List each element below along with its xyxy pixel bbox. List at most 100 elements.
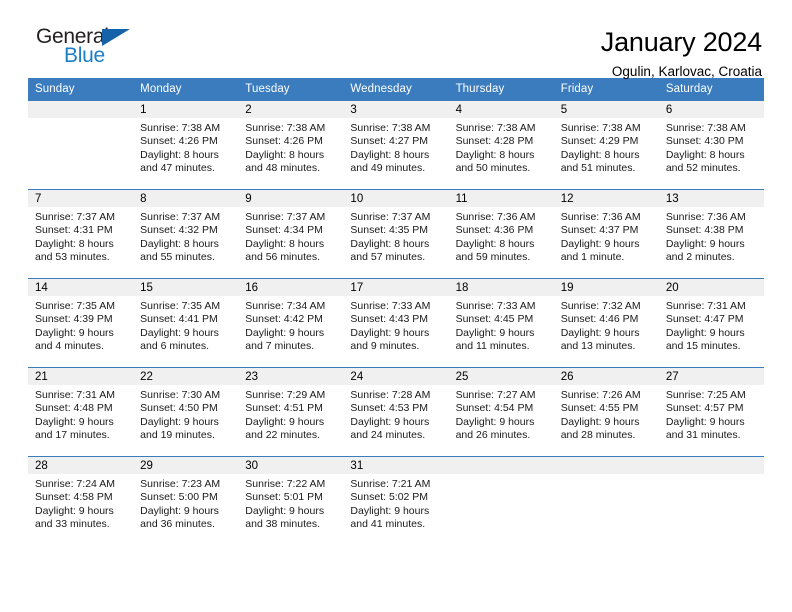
calendar-day-cell[interactable]: 21 Sunrise: 7:31 AM Sunset: 4:48 PM Dayligh…	[28, 367, 134, 457]
day-number: 15	[133, 279, 239, 296]
daylight-text-line2: and 50 minutes.	[455, 161, 531, 174]
sunrise-text: Sunrise: 7:35 AM	[140, 300, 221, 312]
weekday-header-monday: Monday	[133, 78, 239, 101]
day-number: 20	[658, 279, 764, 296]
day-details: Sunrise: 7:38 AM Sunset: 4:30 PM Daylight:…	[659, 118, 764, 175]
day-details: Sunrise: 7:34 AM Sunset: 4:42 PM Daylight:…	[238, 296, 343, 353]
calendar-day-cell[interactable]: 13 Sunrise: 7:36 AM Sunset: 4:38 PM Dayligh…	[658, 189, 764, 279]
calendar-day-cell[interactable]: 2 Sunrise: 7:38 AM Sunset: 4:26 PM Daylight…	[238, 100, 344, 190]
calendar-day-cell[interactable]: 24 Sunrise: 7:28 AM Sunset: 4:53 PM Dayligh…	[343, 367, 449, 457]
calendar-day-cell[interactable]: 23 Sunrise: 7:29 AM Sunset: 4:51 PM Dayligh…	[238, 367, 344, 457]
daylight-text-line2: and 33 minutes.	[35, 517, 110, 530]
sunrise-text: Sunrise: 7:27 AM	[455, 389, 536, 401]
calendar-day-cell[interactable]: 17 Sunrise: 7:33 AM Sunset: 4:43 PM Dayligh…	[343, 278, 449, 368]
daylight-text-line1: Daylight: 9 hours	[350, 326, 430, 339]
daylight-text-line1: Daylight: 8 hours	[140, 237, 219, 250]
sunset-text: Sunset: 4:50 PM	[140, 402, 218, 415]
daylight-text-line1: Daylight: 9 hours	[350, 504, 430, 517]
calendar-day-cell[interactable]: 31 Sunrise: 7:21 AM Sunset: 5:02 PM Dayligh…	[343, 456, 449, 546]
calendar-day-cell[interactable]: 16 Sunrise: 7:34 AM Sunset: 4:42 PM Dayligh…	[238, 278, 344, 368]
daylight-text-line2: and 6 minutes.	[140, 339, 210, 352]
calendar-day-cell[interactable]: 26 Sunrise: 7:26 AM Sunset: 4:55 PM Dayligh…	[553, 367, 659, 457]
day-details: Sunrise: 7:36 AM Sunset: 4:36 PM Daylight:…	[449, 207, 554, 264]
daylight-text-line2: and 57 minutes.	[350, 250, 426, 263]
daylight-text-line2: and 41 minutes.	[350, 517, 426, 530]
calendar-day-cell[interactable]: 12 Sunrise: 7:36 AM Sunset: 4:37 PM Dayligh…	[553, 189, 659, 279]
day-number: 27	[658, 368, 764, 385]
sunrise-text: Sunrise: 7:24 AM	[35, 478, 115, 490]
calendar-week-row: 7 Sunrise: 7:37 AM Sunset: 4:31 PM Daylight…	[28, 189, 764, 279]
sunset-text: Sunset: 4:43 PM	[350, 313, 429, 326]
calendar-day-cell[interactable]: 25 Sunrise: 7:27 AM Sunset: 4:54 PM Dayligh…	[448, 367, 554, 457]
sunset-text: Sunset: 4:54 PM	[455, 402, 534, 415]
generalblue-logo[interactable]: General Blue	[28, 26, 148, 66]
daylight-text-line2: and 17 minutes.	[35, 428, 110, 441]
sunrise-text: Sunrise: 7:37 AM	[35, 211, 115, 223]
calendar-cell-empty	[448, 456, 554, 546]
calendar-day-cell[interactable]: 20 Sunrise: 7:31 AM Sunset: 4:47 PM Dayligh…	[658, 278, 764, 368]
daylight-text-line1: Daylight: 8 hours	[560, 148, 640, 161]
daylight-text-line1: Daylight: 8 hours	[35, 237, 114, 250]
calendar-day-cell[interactable]: 3 Sunrise: 7:38 AM Sunset: 4:27 PM Daylight…	[343, 100, 449, 190]
sunrise-text: Sunrise: 7:32 AM	[560, 300, 641, 312]
day-details: Sunrise: 7:30 AM Sunset: 4:50 PM Daylight:…	[133, 385, 238, 442]
daylight-text-line2: and 2 minutes.	[665, 250, 735, 263]
calendar-day-cell[interactable]: 10 Sunrise: 7:37 AM Sunset: 4:35 PM Dayligh…	[343, 189, 449, 279]
day-number: 3	[343, 101, 449, 118]
sunrise-text: Sunrise: 7:35 AM	[35, 300, 115, 312]
daylight-text-line2: and 36 minutes.	[140, 517, 215, 530]
daylight-text-line2: and 13 minutes.	[560, 339, 636, 352]
sunset-text: Sunset: 4:27 PM	[350, 135, 429, 148]
day-details: Sunrise: 7:38 AM Sunset: 4:26 PM Daylight:…	[133, 118, 238, 175]
logo-text-blue: Blue	[64, 44, 105, 67]
calendar-day-cell[interactable]: 28 Sunrise: 7:24 AM Sunset: 4:58 PM Dayligh…	[28, 456, 134, 546]
calendar-day-cell[interactable]: 30 Sunrise: 7:22 AM Sunset: 5:01 PM Dayligh…	[238, 456, 344, 546]
calendar-day-cell[interactable]: 7 Sunrise: 7:37 AM Sunset: 4:31 PM Daylight…	[28, 189, 134, 279]
sunset-text: Sunset: 4:39 PM	[35, 313, 113, 326]
calendar-day-cell[interactable]: 9 Sunrise: 7:37 AM Sunset: 4:34 PM Daylight…	[238, 189, 344, 279]
page-header: General Blue January 2024 Ogulin, Karlov…	[28, 0, 764, 80]
day-details: Sunrise: 7:37 AM Sunset: 4:31 PM Daylight:…	[28, 207, 133, 264]
calendar-week-row: 1 Sunrise: 7:38 AM Sunset: 4:26 PM Daylight…	[28, 100, 764, 190]
day-details: Sunrise: 7:38 AM Sunset: 4:28 PM Daylight:…	[449, 118, 554, 175]
calendar-day-cell[interactable]: 6 Sunrise: 7:38 AM Sunset: 4:30 PM Daylight…	[658, 100, 764, 190]
calendar-day-cell[interactable]: 4 Sunrise: 7:38 AM Sunset: 4:28 PM Daylight…	[448, 100, 554, 190]
calendar-day-cell[interactable]: 8 Sunrise: 7:37 AM Sunset: 4:32 PM Daylight…	[133, 189, 239, 279]
sunset-text: Sunset: 4:57 PM	[665, 402, 744, 415]
sunrise-text: Sunrise: 7:38 AM	[455, 122, 536, 134]
calendar-day-cell[interactable]: 5 Sunrise: 7:38 AM Sunset: 4:29 PM Daylight…	[553, 100, 659, 190]
day-details: Sunrise: 7:38 AM Sunset: 4:27 PM Daylight:…	[343, 118, 448, 175]
calendar-day-cell[interactable]: 19 Sunrise: 7:32 AM Sunset: 4:46 PM Dayligh…	[553, 278, 659, 368]
day-number: 7	[28, 190, 134, 207]
sunset-text: Sunset: 4:55 PM	[560, 402, 639, 415]
sunset-text: Sunset: 4:46 PM	[560, 313, 639, 326]
day-details: Sunrise: 7:23 AM Sunset: 5:00 PM Daylight:…	[133, 474, 238, 531]
calendar-day-cell[interactable]: 29 Sunrise: 7:23 AM Sunset: 5:00 PM Dayligh…	[133, 456, 239, 546]
sunset-text: Sunset: 4:28 PM	[455, 135, 534, 148]
calendar-day-cell[interactable]: 1 Sunrise: 7:38 AM Sunset: 4:26 PM Daylight…	[133, 100, 239, 190]
sunrise-text: Sunrise: 7:36 AM	[455, 211, 536, 223]
day-number: 1	[133, 101, 239, 118]
daylight-text-line1: Daylight: 8 hours	[245, 148, 325, 161]
day-number: 28	[28, 457, 134, 474]
calendar-day-cell[interactable]: 15 Sunrise: 7:35 AM Sunset: 4:41 PM Dayligh…	[133, 278, 239, 368]
daylight-text-line2: and 52 minutes.	[665, 161, 741, 174]
sunset-text: Sunset: 5:01 PM	[245, 491, 323, 504]
daylight-text-line2: and 51 minutes.	[560, 161, 636, 174]
calendar-day-cell[interactable]: 22 Sunrise: 7:30 AM Sunset: 4:50 PM Dayligh…	[133, 367, 239, 457]
calendar-day-cell[interactable]: 14 Sunrise: 7:35 AM Sunset: 4:39 PM Dayligh…	[28, 278, 134, 368]
sunrise-text: Sunrise: 7:30 AM	[140, 389, 221, 401]
sunset-text: Sunset: 5:02 PM	[350, 491, 429, 504]
daylight-text-line1: Daylight: 9 hours	[245, 415, 325, 428]
calendar-day-cell[interactable]: 27 Sunrise: 7:25 AM Sunset: 4:57 PM Dayligh…	[658, 367, 764, 457]
daylight-text-line2: and 4 minutes.	[35, 339, 104, 352]
day-details: Sunrise: 7:37 AM Sunset: 4:35 PM Daylight:…	[343, 207, 448, 264]
calendar-body: 1 Sunrise: 7:38 AM Sunset: 4:26 PM Daylight…	[28, 100, 764, 546]
calendar-day-cell[interactable]: 11 Sunrise: 7:36 AM Sunset: 4:36 PM Dayligh…	[448, 189, 554, 279]
calendar-day-cell[interactable]: 18 Sunrise: 7:33 AM Sunset: 4:45 PM Dayligh…	[448, 278, 554, 368]
day-details: Sunrise: 7:33 AM Sunset: 4:43 PM Daylight:…	[343, 296, 448, 353]
sunset-text: Sunset: 4:26 PM	[140, 135, 218, 148]
sunrise-text: Sunrise: 7:36 AM	[560, 211, 641, 223]
day-details: Sunrise: 7:36 AM Sunset: 4:37 PM Daylight:…	[554, 207, 659, 264]
daylight-text-line2: and 38 minutes.	[245, 517, 320, 530]
